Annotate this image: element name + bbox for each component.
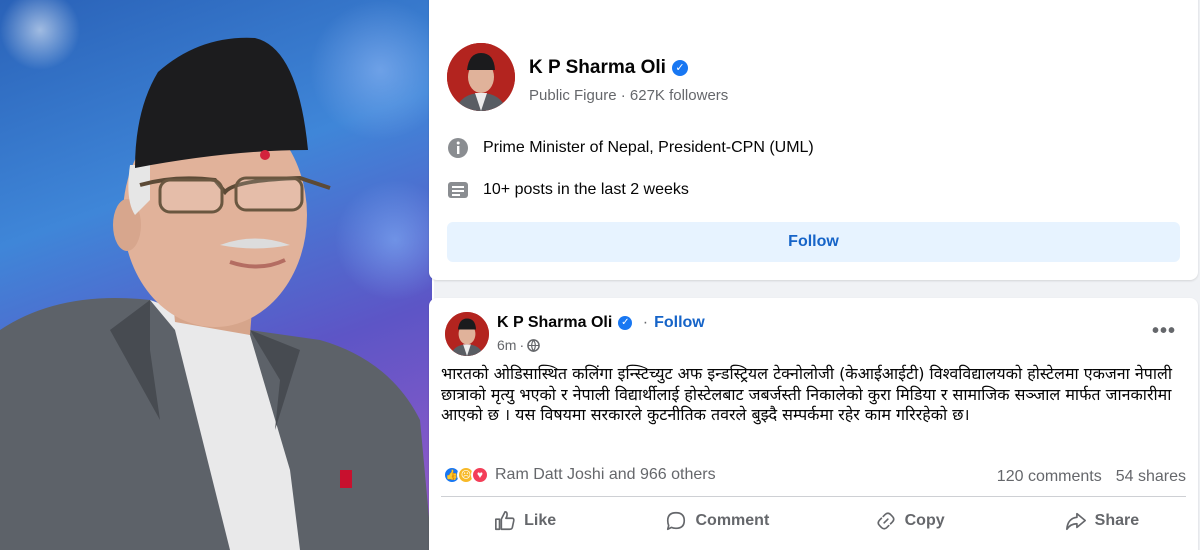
shares-count[interactable]: 54 shares bbox=[1116, 468, 1186, 485]
reactions-summary[interactable]: 👍 ☹ ♥ Ram Datt Joshi and 966 others bbox=[443, 466, 716, 484]
activity-text: 10+ posts in the last 2 weeks bbox=[483, 181, 689, 198]
post-actions: Like Comment Copy Share bbox=[429, 502, 1198, 540]
avatar-portrait-icon bbox=[447, 43, 515, 111]
comment-icon bbox=[667, 511, 686, 531]
page-info-card: K P Sharma Oli ✓ Public Figure · 627K fol… bbox=[429, 0, 1198, 280]
copy-label: Copy bbox=[904, 512, 945, 529]
post-card: K P Sharma Oli ✓ · Follow 6m · ••• भारतको … bbox=[429, 298, 1198, 550]
globe-icon bbox=[527, 338, 540, 352]
share-button[interactable]: Share bbox=[1006, 502, 1198, 540]
intro-row: Prime Minister of Nepal, President-CPN (… bbox=[447, 137, 814, 159]
post-meta: 6m · bbox=[497, 337, 540, 353]
verified-badge-icon: ✓ bbox=[671, 60, 688, 76]
intro-text: Prime Minister of Nepal, President-CPN (… bbox=[483, 139, 814, 156]
page-followers[interactable]: 627K followers bbox=[630, 87, 728, 104]
page-avatar[interactable] bbox=[447, 43, 515, 111]
page-name[interactable]: K P Sharma Oli bbox=[529, 57, 666, 78]
activity-row: 10+ posts in the last 2 weeks bbox=[447, 179, 689, 201]
engagement-counts: 120 comments 54 shares bbox=[983, 468, 1186, 486]
more-icon[interactable]: ••• bbox=[1152, 320, 1176, 343]
actions-divider bbox=[441, 496, 1186, 497]
like-label: Like bbox=[524, 512, 557, 529]
posts-icon bbox=[447, 179, 469, 201]
comment-label: Comment bbox=[695, 512, 770, 529]
comments-count[interactable]: 120 comments bbox=[997, 468, 1102, 485]
copy-icon bbox=[877, 512, 895, 530]
reactions-text[interactable]: Ram Datt Joshi and 966 others bbox=[495, 466, 716, 484]
post-time[interactable]: 6m bbox=[497, 337, 516, 353]
follow-button[interactable]: Follow bbox=[447, 222, 1180, 262]
post-author-row: K P Sharma Oli ✓ · Follow bbox=[497, 314, 705, 332]
share-icon bbox=[1065, 512, 1086, 531]
meta-separator: · bbox=[616, 87, 630, 104]
post-body: भारतको ओडिसास्थित कलिंगा इन्स्टिच्युट अफ… bbox=[441, 364, 1172, 424]
profile-photo bbox=[0, 0, 432, 550]
like-button[interactable]: Like bbox=[429, 502, 621, 540]
post-follow-link[interactable]: Follow bbox=[654, 314, 705, 331]
verified-badge-icon: ✓ bbox=[618, 316, 633, 330]
like-icon bbox=[495, 511, 515, 531]
love-reaction-icon: ♥ bbox=[471, 466, 489, 484]
page-category: Public Figure bbox=[529, 87, 617, 104]
post-author-name[interactable]: K P Sharma Oli bbox=[497, 314, 612, 331]
share-label: Share bbox=[1094, 512, 1140, 529]
info-icon bbox=[447, 137, 469, 159]
follow-separator: · bbox=[642, 314, 649, 331]
avatar-portrait-icon bbox=[445, 312, 489, 356]
portrait-illustration bbox=[0, 37, 432, 550]
copy-button[interactable]: Copy bbox=[814, 502, 1006, 540]
page-name-row: K P Sharma Oli ✓ bbox=[529, 57, 688, 79]
comment-button[interactable]: Comment bbox=[621, 502, 813, 540]
post-author-avatar[interactable] bbox=[445, 312, 489, 356]
page-meta: Public Figure · 627K followers bbox=[529, 87, 728, 104]
